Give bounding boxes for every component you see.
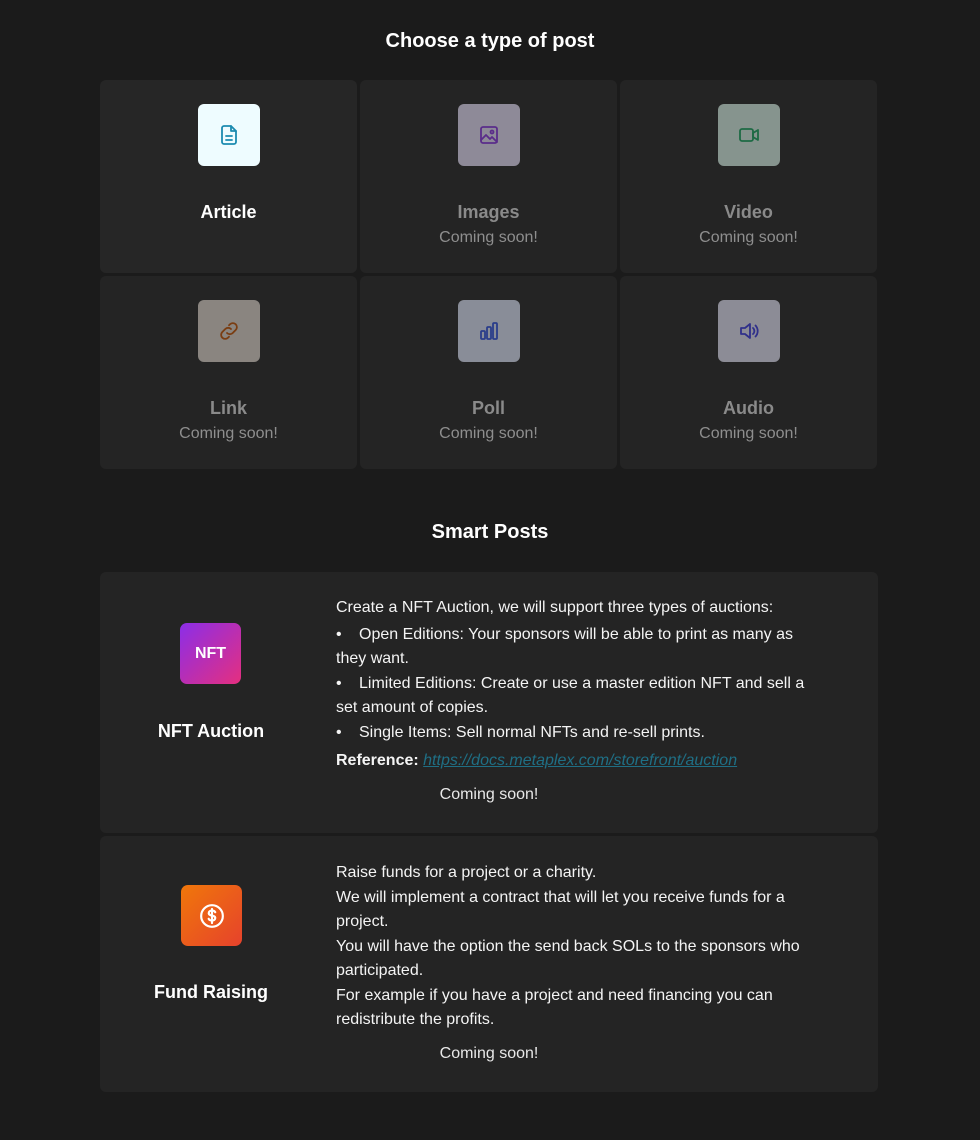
post-type-article[interactable]: Article	[100, 80, 357, 273]
description-line: For example if you have a project and ne…	[336, 986, 773, 1029]
list-item-text: Single Items: Sell normal NFTs and re-se…	[359, 723, 705, 741]
image-icon-tile	[457, 104, 520, 166]
smart-post-nft-auction[interactable]: NFT NFT Auction Create a NFT Auction, we…	[100, 572, 878, 833]
description-intro: Create a NFT Auction, we will support th…	[336, 599, 774, 616]
post-type-images[interactable]: Images Coming soon!	[360, 80, 617, 273]
post-type-label: Video	[724, 202, 773, 222]
post-type-grid: Article Images Coming soon! Video Coming…	[100, 80, 878, 469]
video-camera-icon	[738, 128, 759, 142]
link-icon	[219, 322, 238, 340]
post-type-page: Choose a type of post Article Images Com…	[0, 0, 980, 1140]
coming-soon-text: Coming soon!	[699, 229, 798, 246]
document-icon-tile	[197, 104, 260, 166]
list-item: • Limited Editions: Create or use a maste…	[336, 674, 805, 717]
reference-link[interactable]: https://docs.metaplex.com/storefront/auc…	[423, 752, 737, 769]
description-line: You will have the option the send back S…	[336, 937, 800, 980]
post-type-label: Link	[209, 398, 247, 418]
post-type-poll[interactable]: Poll Coming soon!	[360, 276, 617, 469]
description-line: We will implement a contract that will l…	[336, 888, 785, 931]
bar-chart-icon	[479, 322, 498, 340]
smart-post-fund-raising[interactable]: Fund Raising Raise funds for a project o…	[100, 836, 878, 1092]
coming-soon-text: Coming soon!	[179, 425, 278, 442]
smart-post-name: Fund Raising	[154, 982, 268, 1002]
auction-types-list: • Open Editions: Your sponsors will be ab…	[336, 623, 816, 746]
post-type-label: Audio	[723, 398, 774, 418]
list-item: • Open Editions: Your sponsors will be ab…	[336, 625, 794, 668]
smart-post-name: NFT Auction	[157, 721, 265, 741]
coming-soon-text: Coming soon!	[439, 786, 539, 803]
speaker-icon-tile	[717, 300, 780, 362]
list-item-text: Open Editions: Your sponsors will be abl…	[336, 625, 794, 668]
smart-posts-title: Smart Posts	[431, 521, 549, 543]
reference-label: Reference:	[336, 752, 419, 769]
nft-badge-icon: NFT	[180, 623, 241, 684]
coming-soon-text: Coming soon!	[439, 229, 538, 246]
link-icon-tile	[197, 300, 260, 362]
video-icon-tile	[717, 104, 780, 166]
smart-post-description: Raise funds for a project or a charity. …	[336, 861, 816, 1033]
smart-post-description: Create a NFT Auction, we will support th…	[336, 596, 816, 774]
post-type-video[interactable]: Video Coming soon!	[620, 80, 877, 273]
post-type-label: Article	[200, 202, 257, 222]
nft-badge-text: NFT	[194, 644, 227, 662]
post-type-audio[interactable]: Audio Coming soon!	[620, 276, 877, 469]
post-type-label: Images	[457, 202, 520, 222]
coming-soon-text: Coming soon!	[699, 425, 798, 442]
choose-type-title: Choose a type of post	[385, 30, 595, 52]
reference-line: Reference: https://docs.metaplex.com/sto…	[336, 749, 816, 774]
post-type-label: Poll	[471, 398, 505, 418]
coming-soon-text: Coming soon!	[439, 1045, 539, 1062]
document-icon	[220, 125, 237, 145]
fund-tile	[181, 885, 242, 946]
list-item-text: Limited Editions: Create or use a master…	[336, 674, 805, 717]
post-type-link[interactable]: Link Coming soon!	[100, 276, 357, 469]
image-icon	[479, 126, 498, 144]
coming-soon-text: Coming soon!	[439, 425, 538, 442]
description-line: Raise funds for a project or a charity.	[336, 864, 597, 881]
list-item: • Single Items: Sell normal NFTs and re-s…	[336, 723, 705, 741]
bar-chart-icon-tile	[457, 300, 520, 362]
speaker-icon	[739, 323, 759, 339]
dollar-coin-icon	[199, 903, 224, 928]
